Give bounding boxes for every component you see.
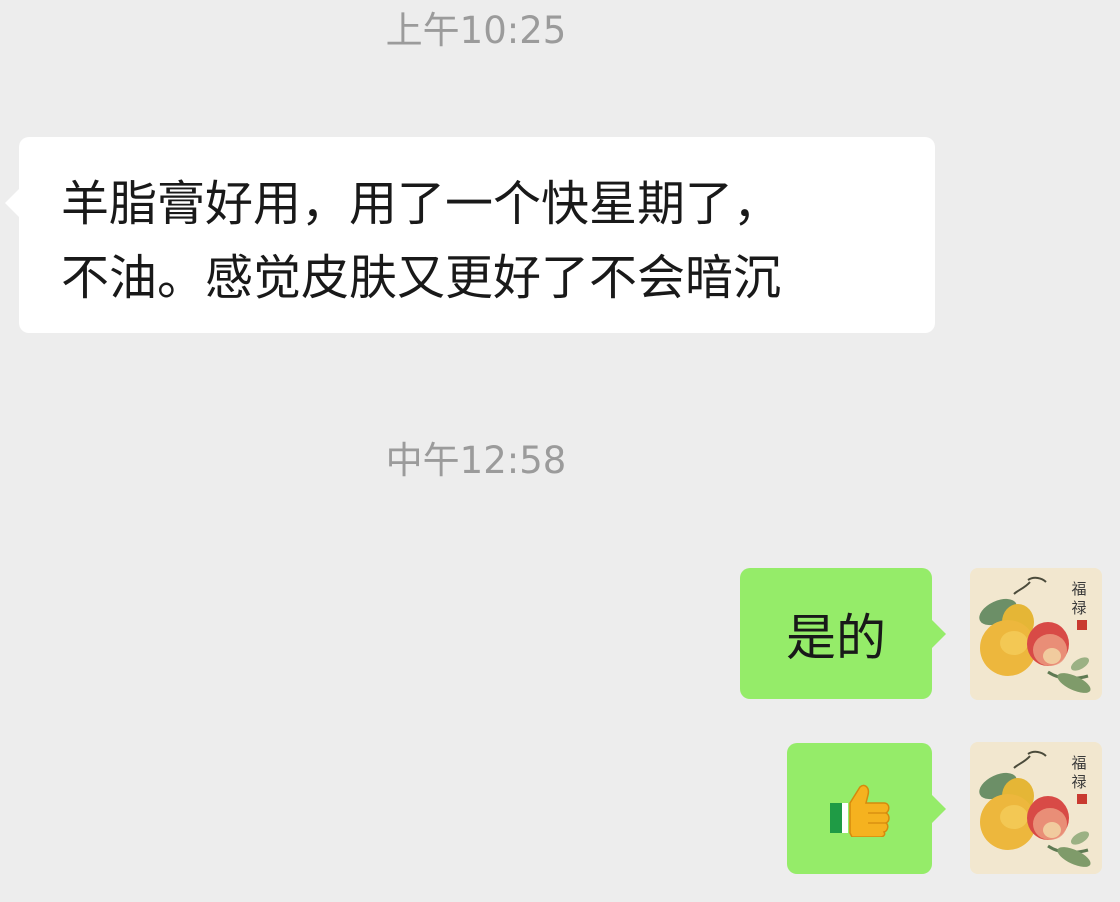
incoming-message-text: 羊脂膏好用，用了一个快星期了， 不油。感觉皮肤又更好了不会暗沉 bbox=[61, 176, 782, 306]
avatar-calligraphy: 福禄 bbox=[1071, 580, 1087, 617]
incoming-message-bubble[interactable]: 羊脂膏好用，用了一个快星期了， 不油。感觉皮肤又更好了不会暗沉 bbox=[5, 137, 935, 333]
timestamp: 上午10:25 bbox=[385, 9, 567, 52]
outgoing-message-text: 是的 bbox=[786, 608, 886, 667]
user-avatar[interactable]: 福禄 bbox=[970, 742, 1102, 874]
avatar-calligraphy: 福禄 bbox=[1071, 754, 1087, 791]
thumbs-up-icon bbox=[829, 784, 890, 837]
outgoing-message-bubble[interactable]: 是的 bbox=[740, 568, 946, 699]
user-avatar[interactable]: 福禄 bbox=[970, 568, 1102, 700]
timestamp: 中午12:58 bbox=[385, 439, 567, 482]
outgoing-message-bubble[interactable] bbox=[787, 743, 946, 874]
